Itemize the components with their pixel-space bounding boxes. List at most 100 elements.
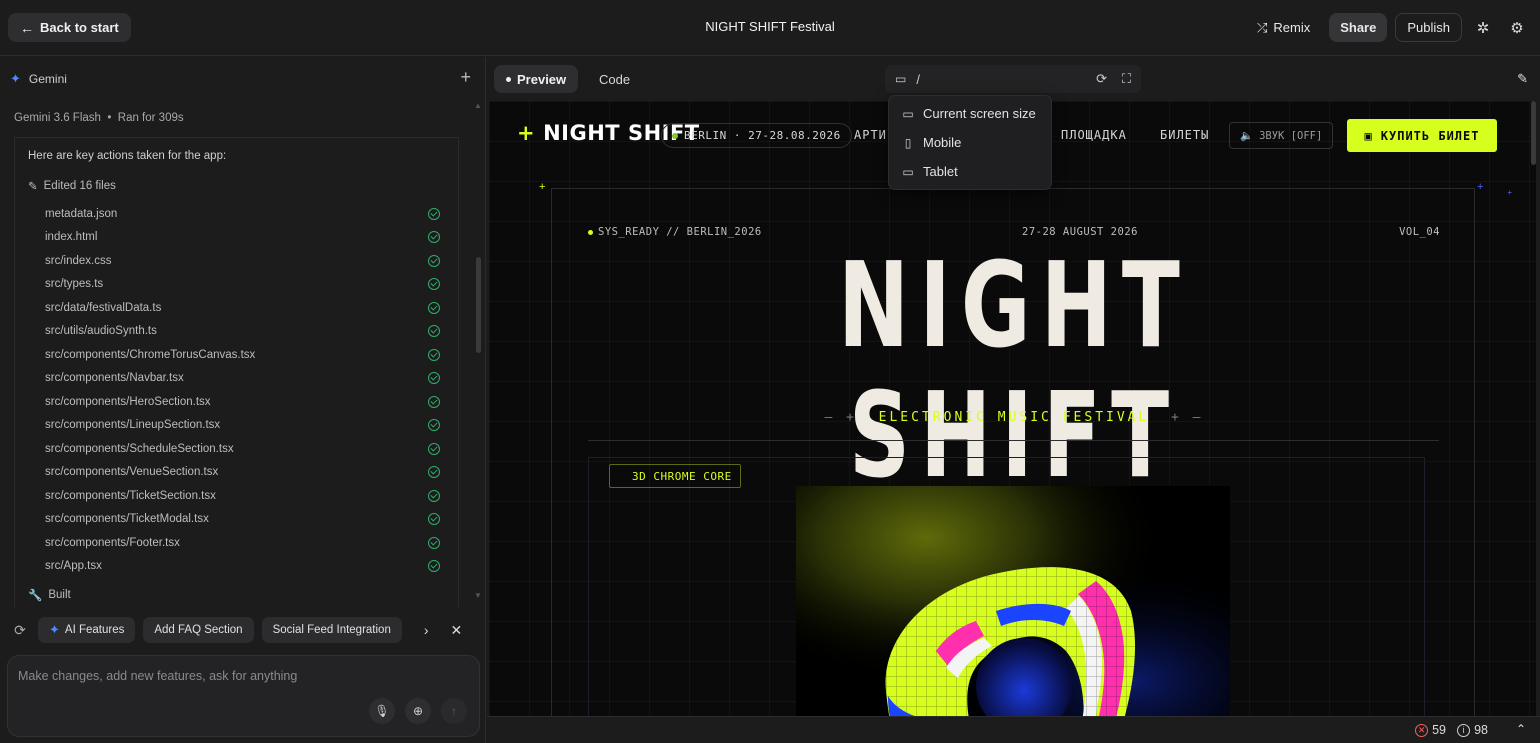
close-icon[interactable]: ✕ xyxy=(451,622,463,639)
agent-name: Gemini xyxy=(28,72,67,86)
bug-icon[interactable]: ✲ xyxy=(1470,13,1496,42)
device-size-menu: ▭ Current screen size ▯ Mobile ▭ Tablet xyxy=(888,95,1052,190)
dash-plus-decoration: + — xyxy=(1149,410,1204,425)
menu-item-tablet[interactable]: ▭ Tablet xyxy=(889,157,1051,186)
buy-ticket-button[interactable]: ▣ КУПИТЬ БИЛЕТ xyxy=(1347,119,1497,152)
prompt-input[interactable] xyxy=(18,666,458,686)
file-name: src/components/TicketSection.tsx xyxy=(45,489,216,502)
check-circle-icon xyxy=(428,489,440,502)
file-name: src/components/ScheduleSection.tsx xyxy=(45,442,234,455)
microphone-icon[interactable]: 🎙 xyxy=(369,698,395,724)
chevron-up-icon[interactable]: ⌃ xyxy=(1516,722,1526,736)
menu-item-current-screen[interactable]: ▭ Current screen size xyxy=(889,99,1051,128)
remix-icon: ⤮ xyxy=(1256,19,1268,35)
url-path[interactable]: / xyxy=(916,72,920,87)
built-step[interactable]: 🔧 Built xyxy=(28,588,71,602)
suggestion-chip-faq[interactable]: Add FAQ Section xyxy=(143,617,254,643)
decor-dot-icon: + xyxy=(1507,188,1512,197)
url-bar: ▭ / ⟳ ⛶ xyxy=(885,65,1141,93)
file-row[interactable]: metadata.json xyxy=(45,202,440,226)
edited-files-header[interactable]: ✎ Edited 16 files xyxy=(28,179,116,193)
check-circle-icon xyxy=(428,466,440,479)
tab-preview[interactable]: Preview xyxy=(494,65,579,93)
refresh-icon[interactable]: ⟳ xyxy=(1096,71,1107,87)
file-name: src/components/TicketModal.tsx xyxy=(45,513,209,526)
run-status: Ran for 309s xyxy=(117,112,184,124)
file-row[interactable]: src/components/Footer.tsx xyxy=(45,531,440,555)
menu-item-label: Tablet xyxy=(923,164,958,179)
hero-subtitle: — + ELECTRONIC MUSIC FESTIVAL + — xyxy=(552,410,1476,425)
file-row[interactable]: src/data/festivalData.ts xyxy=(45,296,440,320)
file-row[interactable]: src/components/TicketSection.tsx xyxy=(45,484,440,508)
separator-dot: • xyxy=(104,112,115,124)
location-date-pill: BERLIN · 27-28.08.2026 xyxy=(661,123,852,148)
sound-label: ЗВУК [OFF] xyxy=(1259,129,1323,142)
file-row[interactable]: src/utils/audioSynth.ts xyxy=(45,320,440,344)
magic-edit-icon[interactable]: ✎ xyxy=(1517,71,1528,87)
preview-scrollbar[interactable] xyxy=(1531,101,1536,165)
tab-preview-label: Preview xyxy=(517,71,567,87)
torus-illustration xyxy=(796,486,1230,716)
file-name: src/components/HeroSection.tsx xyxy=(45,395,211,408)
share-button[interactable]: Share xyxy=(1329,13,1388,42)
file-row[interactable]: src/components/Navbar.tsx xyxy=(45,367,440,391)
menu-item-mobile[interactable]: ▯ Mobile xyxy=(889,128,1051,157)
publish-button[interactable]: Publish xyxy=(1395,13,1462,42)
suggestion-chip-social-feed[interactable]: Social Feed Integration xyxy=(261,617,402,643)
site-nav-links: АРТИ ПЛОЩАДКА БИЛЕТЫ xyxy=(854,128,1208,142)
hud-status: SYS_READY // BERLIN_2026 xyxy=(588,226,762,238)
hud-volume: VOL_04 xyxy=(1399,226,1440,238)
chip-label: AI Features xyxy=(64,624,125,636)
info-count[interactable]: i 98 xyxy=(1457,723,1488,737)
corner-plus-icon: + xyxy=(539,181,546,193)
built-label: Built xyxy=(48,589,71,601)
file-row[interactable]: src/components/VenueSection.tsx xyxy=(45,461,440,485)
status-dot-icon xyxy=(672,132,678,139)
fullscreen-icon[interactable]: ⛶ xyxy=(1122,71,1131,87)
tab-code[interactable]: Code xyxy=(587,65,642,93)
send-arrow-icon[interactable]: ↑ xyxy=(441,698,467,724)
scroll-up-arrow-icon[interactable]: ▲ xyxy=(474,101,482,110)
check-circle-icon xyxy=(428,442,440,455)
file-name: src/utils/audioSynth.ts xyxy=(45,325,157,338)
remix-button[interactable]: ⤮ Remix xyxy=(1246,13,1321,42)
top-bar: ← Back to start NIGHT SHIFT Festival ⤮ R… xyxy=(0,0,1540,56)
new-chat-plus-icon[interactable]: + xyxy=(460,67,471,88)
file-row[interactable]: src/components/ScheduleSection.tsx xyxy=(45,437,440,461)
device-toggle-icon[interactable]: ▭ xyxy=(895,72,906,86)
file-row[interactable]: index.html xyxy=(45,226,440,250)
subtitle-text: ELECTRONIC MUSIC FESTIVAL xyxy=(878,410,1150,425)
nav-link-tickets[interactable]: БИЛЕТЫ xyxy=(1160,128,1209,142)
corner-plus-icon: + xyxy=(1477,181,1484,193)
refresh-suggestions-icon[interactable]: ⟳ xyxy=(10,622,30,639)
file-name: src/types.ts xyxy=(45,278,104,291)
error-count[interactable]: ✕ 59 xyxy=(1415,723,1446,737)
status-bar: ✕ 59 i 98 ⌃ xyxy=(487,716,1540,743)
chrome-torus-canvas[interactable] xyxy=(796,486,1230,716)
file-row[interactable]: src/components/ChromeTorusCanvas.tsx xyxy=(45,343,440,367)
chat-scrollbar[interactable] xyxy=(476,257,481,353)
nav-link-venue[interactable]: ПЛОЩАДКА xyxy=(1061,128,1127,142)
settings-gear-icon[interactable]: ⚙ xyxy=(1504,13,1530,42)
add-attachment-icon[interactable]: ⊕ xyxy=(405,698,431,724)
check-circle-icon xyxy=(428,372,440,385)
file-row[interactable]: src/components/HeroSection.tsx xyxy=(45,390,440,414)
scroll-down-arrow-icon[interactable]: ▼ xyxy=(474,591,482,600)
tablet-icon: ▭ xyxy=(902,164,914,179)
nav-link-artists[interactable]: АРТИ xyxy=(854,128,887,142)
file-row[interactable]: src/types.ts xyxy=(45,273,440,297)
file-row[interactable]: src/components/TicketModal.tsx xyxy=(45,508,440,532)
chevron-right-icon[interactable]: › xyxy=(424,622,429,638)
model-status-line: Gemini 3.6 Flash • Ran for 309s xyxy=(14,112,184,124)
file-row[interactable]: src/components/LineupSection.tsx xyxy=(45,414,440,438)
file-name: index.html xyxy=(45,231,98,244)
file-row[interactable]: src/index.css xyxy=(45,249,440,273)
check-circle-icon xyxy=(428,207,440,220)
suggestion-chip-ai-features[interactable]: ✦ AI Features xyxy=(38,617,136,643)
file-name: metadata.json xyxy=(45,207,118,220)
back-to-start-button[interactable]: ← Back to start xyxy=(8,13,131,42)
sound-toggle-button[interactable]: 🔈 ЗВУК [OFF] xyxy=(1229,122,1334,149)
location-date-text: BERLIN · 27-28.08.2026 xyxy=(684,129,841,142)
file-row[interactable]: src/App.tsx xyxy=(45,555,440,579)
file-name: src/components/Footer.tsx xyxy=(45,536,180,549)
